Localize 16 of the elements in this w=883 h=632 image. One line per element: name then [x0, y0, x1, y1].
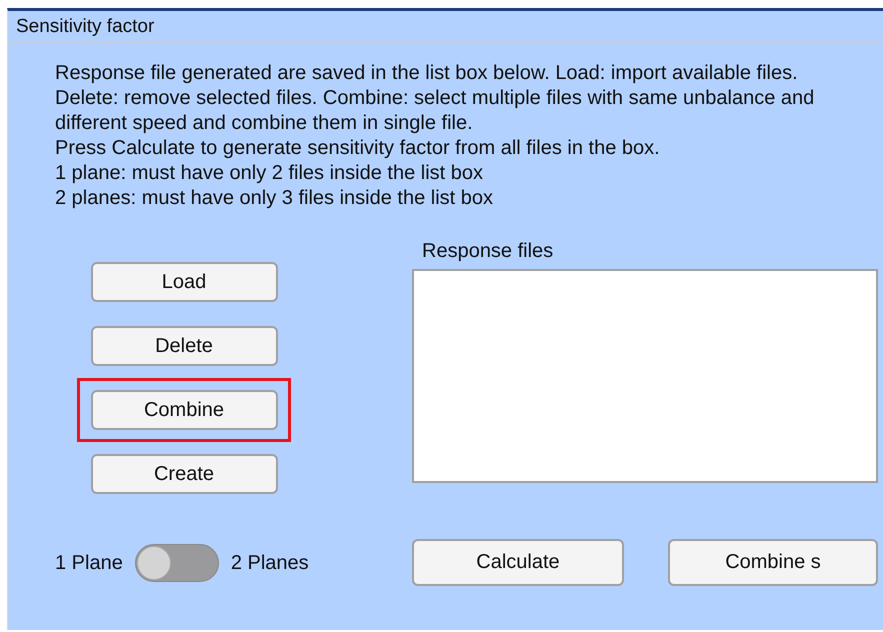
panel-title: Sensitivity factor [16, 16, 154, 38]
list-label: Response files [422, 239, 554, 263]
action-button[interactable]: Combine [90, 390, 278, 430]
list-box[interactable] [412, 269, 878, 483]
switch-label: 2 Planes [230, 552, 309, 574]
toggle-switch[interactable] [134, 544, 219, 582]
switch-label: 1 Plane [55, 552, 123, 574]
action-button[interactable]: Combine s [668, 539, 878, 586]
action-button[interactable]: Create [90, 454, 278, 494]
action-button[interactable]: Delete [90, 326, 278, 366]
instruction-text: Press Calculate to generate sensitivity factor from all files in the box. [55, 136, 661, 161]
instruction-text: Response file generated are saved in the list box below. Load: import available files. Delete: remove selected files. Combine: select multiple files with same unbalance and different speed and combine them in single file. [55, 61, 816, 136]
action-button[interactable]: Calculate [412, 539, 624, 586]
instruction-text: 2 planes: must have only 3 files inside the list box [55, 186, 494, 211]
instruction-text: 1 plane: must have only 2 files inside the list box [55, 161, 484, 186]
action-button[interactable]: Load [90, 262, 278, 302]
